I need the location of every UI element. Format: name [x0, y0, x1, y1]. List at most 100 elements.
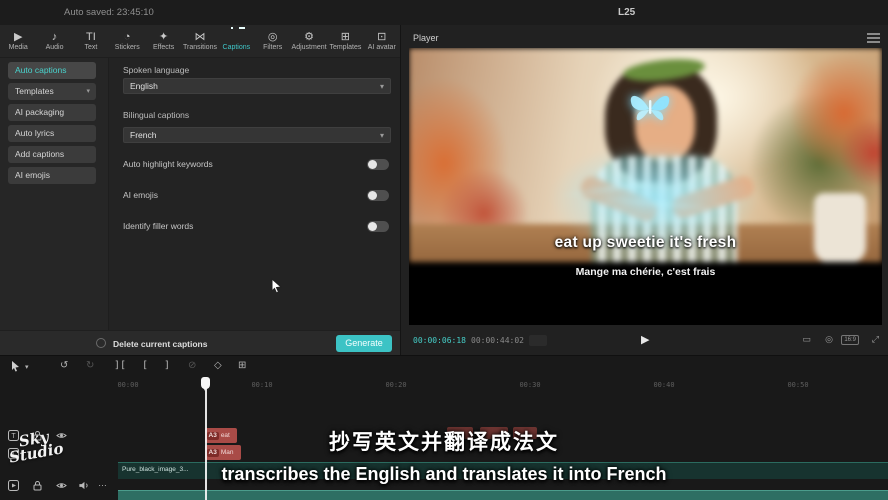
spoken-language-label: Spoken language: [123, 65, 189, 75]
playhead-handle[interactable]: [201, 377, 210, 389]
tab-label: Captions: [223, 44, 251, 51]
extract-frames-icon[interactable]: ⊞: [238, 360, 246, 371]
generate-button[interactable]: Generate: [336, 335, 392, 352]
identify-filler-toggle[interactable]: [367, 221, 389, 232]
ruler-label: 00:20: [385, 381, 406, 389]
undo-icon[interactable]: ↺: [60, 360, 68, 371]
text-icon: TI: [86, 31, 96, 43]
player-panel: Player: [400, 25, 888, 355]
tab-ai-avatar[interactable]: ⊡ AI avatar: [364, 31, 400, 51]
ai-emojis-label: AI emojis: [123, 190, 158, 200]
sidebar-item-label: Templates: [15, 86, 54, 96]
auto-highlight-toggle[interactable]: [367, 159, 389, 170]
ruler-label: 00:40: [653, 381, 674, 389]
current-timecode: 00:00:06:18: [413, 336, 466, 345]
tab-label: Effects: [153, 44, 174, 51]
delete-current-captions-label: Delete current captions: [113, 339, 207, 349]
tab-label: Adjustment: [292, 44, 327, 51]
ruler-label: 00:50: [787, 381, 808, 389]
audio-icon: ♪: [52, 31, 58, 43]
auto-captions-panel: Spoken language English ▾ Bilingual capt…: [108, 58, 400, 330]
fullscreen-icon[interactable]: ⤢: [872, 334, 879, 345]
ai-avatar-icon: ⊡: [377, 31, 386, 43]
split-icon[interactable]: ][: [114, 360, 126, 371]
player-controls: 00:00:06:18 00:00:44:02 ▶ ▭ ◎ 16:9 ⤢: [401, 325, 888, 355]
ruler-label: 00:00: [117, 381, 138, 389]
spoken-language-value: English: [130, 81, 158, 91]
tab-label: Text: [84, 44, 97, 51]
tab-filters[interactable]: ◎ Filters: [255, 31, 291, 51]
preview-quality-icon[interactable]: ▭: [802, 334, 811, 345]
zoom-focus-icon[interactable]: ◎: [825, 334, 833, 345]
tab-captions[interactable]: Captions: [218, 31, 254, 51]
delete-icon[interactable]: ⊘: [188, 360, 196, 371]
bilingual-captions-select[interactable]: French ▾: [123, 127, 391, 143]
timeline-ruler[interactable]: 00:00 00:10 00:20 00:30 00:40 00:50: [0, 378, 888, 394]
app-window: Auto saved: 23:45:10 L25 ▶ Media ♪ Audio…: [0, 0, 888, 500]
tab-audio[interactable]: ♪ Audio: [36, 31, 72, 51]
tab-label: Filters: [263, 44, 282, 51]
bilingual-captions-label: Bilingual captions: [123, 110, 189, 120]
tab-label: Media: [9, 44, 28, 51]
bilingual-captions-value: French: [130, 130, 156, 140]
ruler-label: 00:30: [519, 381, 540, 389]
tab-effects[interactable]: ✦ Effects: [145, 31, 181, 51]
trim-left-icon[interactable]: [: [142, 360, 148, 371]
auto-highlight-label: Auto highlight keywords: [123, 159, 213, 169]
toggle-knob: [368, 222, 377, 231]
select-tool-icon[interactable]: [10, 360, 21, 372]
sidebar-item-auto-captions[interactable]: Auto captions: [8, 62, 96, 79]
sidebar-item-templates[interactable]: Templates ▾: [8, 83, 96, 100]
tab-label: Audio: [46, 44, 64, 51]
butterfly-icon: [627, 90, 673, 128]
effects-icon: ✦: [159, 31, 168, 43]
trim-right-icon[interactable]: ]: [164, 360, 170, 371]
sidebar-item-label: Auto lyrics: [15, 128, 54, 138]
chevron-down-icon: ▾: [380, 80, 384, 94]
sidebar-item-ai-emojis[interactable]: AI emojis: [8, 167, 96, 184]
play-button[interactable]: ▶: [641, 333, 649, 346]
video-frame: [409, 48, 882, 262]
sidebar-item-ai-packaging[interactable]: AI packaging: [8, 104, 96, 121]
identify-filler-label: Identify filler words: [123, 221, 193, 231]
templates-icon: ⊞: [341, 31, 350, 43]
player-menu-icon[interactable]: [867, 33, 880, 45]
mask-icon[interactable]: ◇: [214, 360, 222, 371]
tab-templates[interactable]: ⊞ Templates: [327, 31, 363, 51]
ai-emojis-toggle[interactable]: [367, 190, 389, 201]
adjustment-icon: ⚙: [304, 31, 314, 43]
tab-transitions[interactable]: ⋈ Transitions: [182, 31, 218, 51]
sidebar-item-add-captions[interactable]: Add captions: [8, 146, 96, 163]
tab-adjustment[interactable]: ⚙ Adjustment: [291, 31, 327, 51]
timecode-menu[interactable]: [529, 335, 547, 346]
top-bar: Auto saved: 23:45:10 L25: [0, 0, 888, 25]
select-tool-chevron-icon[interactable]: ▾: [25, 363, 29, 371]
video-preview[interactable]: eat up sweetie it's fresh Mange ma chéri…: [409, 48, 882, 325]
sidebar-item-auto-lyrics[interactable]: Auto lyrics: [8, 125, 96, 142]
video-caption-french: Mange ma chérie, c'est frais: [409, 266, 882, 278]
redo-icon[interactable]: ↻: [86, 360, 94, 371]
subtitle-chinese: 抄写英文并翻译成法文: [0, 426, 888, 456]
media-icon: ▶: [14, 31, 22, 43]
captions-footer: Delete current captions Generate: [0, 330, 400, 355]
filters-icon: ◎: [268, 31, 278, 43]
spoken-language-select[interactable]: English ▾: [123, 78, 391, 94]
stickers-icon: ◔: [124, 31, 131, 43]
sidebar-item-label: Auto captions: [15, 65, 67, 75]
aspect-ratio-icon[interactable]: 16:9: [841, 335, 859, 345]
chevron-down-icon: ▾: [380, 129, 384, 143]
tab-text[interactable]: TI Text: [73, 31, 109, 51]
tab-stickers[interactable]: ◔ Stickers: [109, 31, 145, 51]
toggle-knob: [368, 191, 377, 200]
transitions-icon: ⋈: [194, 31, 205, 43]
delete-current-captions-checkbox[interactable]: [96, 338, 106, 348]
tab-media[interactable]: ▶ Media: [0, 31, 36, 51]
captions-sidebar: Auto captions Templates ▾ AI packaging A…: [0, 58, 108, 330]
audio-clip-track[interactable]: [118, 490, 888, 500]
subtitle-english: transcribes the English and translates i…: [0, 464, 888, 485]
ruler-label: 00:10: [251, 381, 272, 389]
sidebar-item-label: Add captions: [15, 149, 64, 159]
total-timecode: 00:00:44:02: [471, 336, 524, 345]
chevron-down-icon: ▾: [86, 83, 90, 100]
sidebar-item-label: AI packaging: [15, 107, 64, 117]
